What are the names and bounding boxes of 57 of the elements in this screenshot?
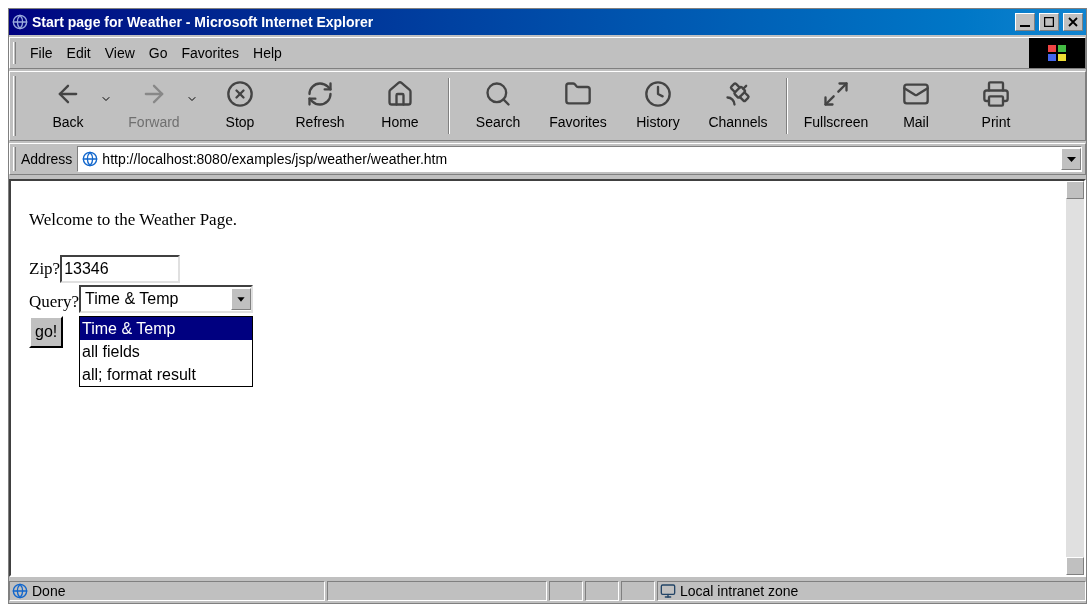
zone-panel: Local intranet zone: [657, 581, 1086, 601]
close-icon: [1068, 17, 1078, 27]
minimize-button[interactable]: [1015, 13, 1035, 31]
caret-icon: [1066, 156, 1076, 162]
toolbar-button[interactable]: Mail: [878, 79, 954, 133]
dropdown-button[interactable]: [1061, 148, 1081, 170]
scrollbar[interactable]: [1066, 181, 1084, 575]
network-icon: [660, 583, 676, 599]
folder-icon: [564, 79, 592, 108]
house-icon: [386, 79, 414, 108]
zip-field[interactable]: 13346: [60, 254, 181, 283]
maximize-button[interactable]: [1039, 13, 1059, 31]
window-title: Start page for Weather - Microsoft Internet Explorer: [32, 12, 375, 32]
toolbar-button[interactable]: Refresh: [282, 79, 358, 133]
browser-icon: [12, 14, 28, 30]
address-field[interactable]: http://localhost:8080/examples/jsp/weather/weather.htm: [77, 146, 1082, 172]
toolbar-button[interactable]: Back: [30, 79, 106, 133]
caret-icon: [231, 287, 252, 310]
status-panel: [621, 581, 655, 601]
page-icon: [12, 583, 28, 599]
page-icon: [82, 151, 99, 167]
toolbar-button[interactable]: Channels: [700, 79, 776, 133]
printer-icon: [982, 79, 1010, 108]
dropdown-option[interactable]: Time & Temp: [80, 316, 253, 340]
toolbar-button[interactable]: Search: [460, 79, 536, 133]
dropdown-option[interactable]: all fields: [80, 339, 253, 363]
menu-item[interactable]: Edit: [62, 42, 95, 64]
menu-item[interactable]: Go: [144, 42, 172, 64]
dropdown-option[interactable]: all; format result: [80, 362, 253, 386]
welcome-text: Welcome to the Weather Page.: [29, 209, 238, 231]
close-button[interactable]: [1063, 13, 1083, 31]
logo-icon: [1029, 38, 1085, 68]
menu-item[interactable]: View: [100, 42, 139, 64]
maximize-icon: [1044, 17, 1054, 27]
toolbar-button[interactable]: History: [620, 79, 696, 133]
clock-icon: [644, 79, 672, 108]
minimize-icon: [1020, 24, 1030, 27]
search-icon: [484, 79, 512, 108]
address-label: Address: [20, 149, 74, 169]
toolbar-button[interactable]: Favorites: [540, 79, 616, 133]
refresh-icon: [306, 79, 334, 108]
toolbar-button[interactable]: Fullscreen: [798, 79, 874, 133]
toolbar-button[interactable]: Home: [362, 79, 438, 133]
satellite-dish-icon: [724, 79, 752, 108]
status-panel: [549, 581, 583, 601]
menu-item[interactable]: Favorites: [177, 42, 244, 64]
toolbar-button[interactable]: Print: [958, 79, 1034, 133]
query-select[interactable]: Time & Temp: [79, 284, 254, 313]
status-panel: Done: [9, 581, 325, 601]
status-panel: [585, 581, 619, 601]
menu-item[interactable]: File: [26, 42, 57, 64]
stop-icon: [226, 79, 254, 108]
go-button[interactable]: go!: [29, 316, 64, 348]
menu-item[interactable]: Help: [249, 42, 286, 64]
toolbar-button[interactable]: Stop: [202, 79, 278, 133]
zip-label: Zip?: [29, 257, 61, 280]
query-label: Query?: [29, 290, 80, 313]
